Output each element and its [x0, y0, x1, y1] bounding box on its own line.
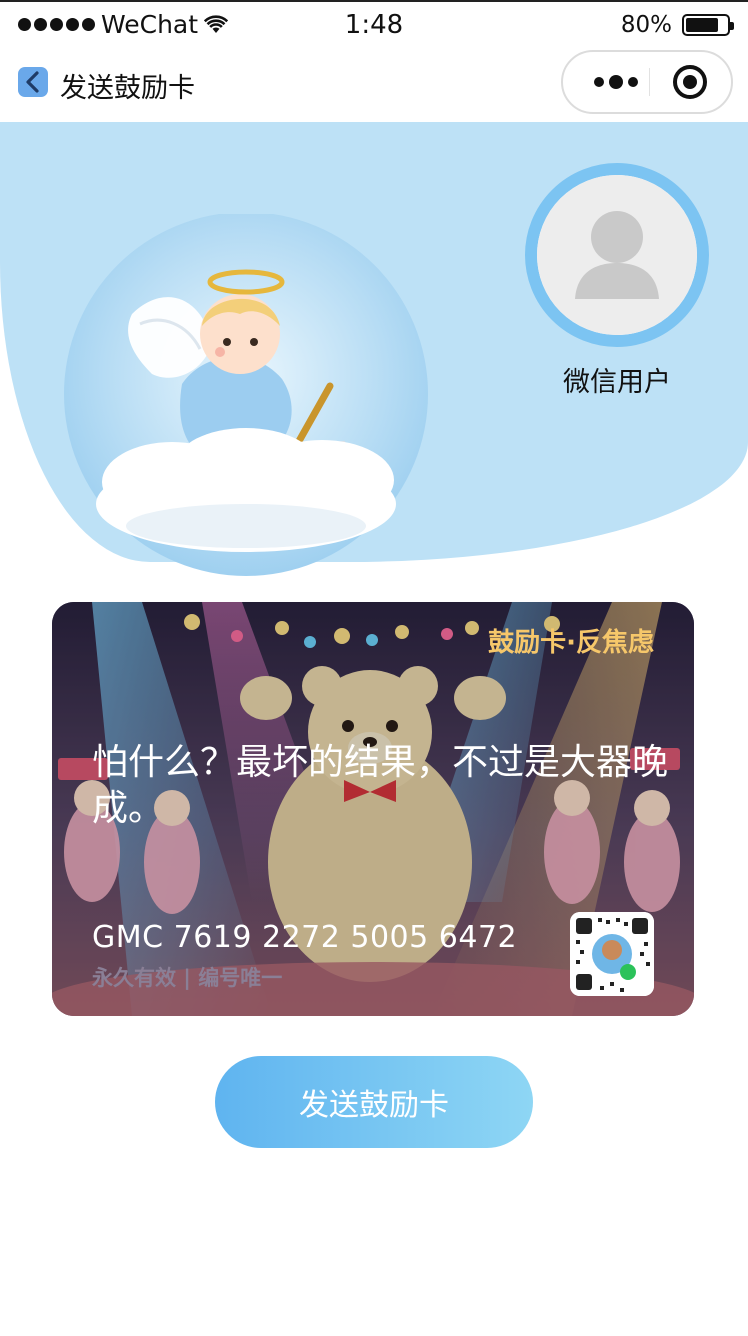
chevron-left-icon [26, 71, 39, 93]
card-category-tag: 鼓励卡·反焦虑 [488, 628, 654, 658]
navigation-bar: 发送鼓励卡 [0, 46, 748, 122]
send-card-button[interactable]: 发送鼓励卡 [215, 1056, 533, 1148]
page-title: 发送鼓励卡 [60, 73, 195, 104]
battery-percent: 80% [620, 12, 672, 38]
angel-illustration [62, 212, 430, 582]
card-serial-number: GMC 7619 2272 5005 6472 [92, 920, 518, 955]
battery-area: 80% [620, 12, 734, 38]
encouragement-card: 鼓励卡·反焦虑 怕什么？最坏的结果，不过是大器晚成。 GMC 7619 2272… [52, 602, 694, 1016]
card-validity-note: 永久有效 | 编号唯一 [92, 966, 283, 990]
user-name: 微信用户 [563, 367, 671, 398]
default-user-icon [537, 175, 697, 335]
more-dots-icon [594, 77, 604, 87]
mini-program-qr-code[interactable] [570, 912, 654, 996]
back-button[interactable] [18, 67, 48, 97]
battery-icon [682, 14, 734, 36]
mini-program-capsule [561, 50, 733, 114]
close-button[interactable] [673, 65, 707, 99]
more-button[interactable] [585, 52, 647, 112]
status-bar: WeChat 1:48 80% [0, 0, 748, 46]
user-avatar[interactable] [525, 163, 709, 347]
capsule-divider [649, 68, 650, 96]
card-quote: 怕什么？最坏的结果，不过是大器晚成。 [92, 742, 669, 829]
